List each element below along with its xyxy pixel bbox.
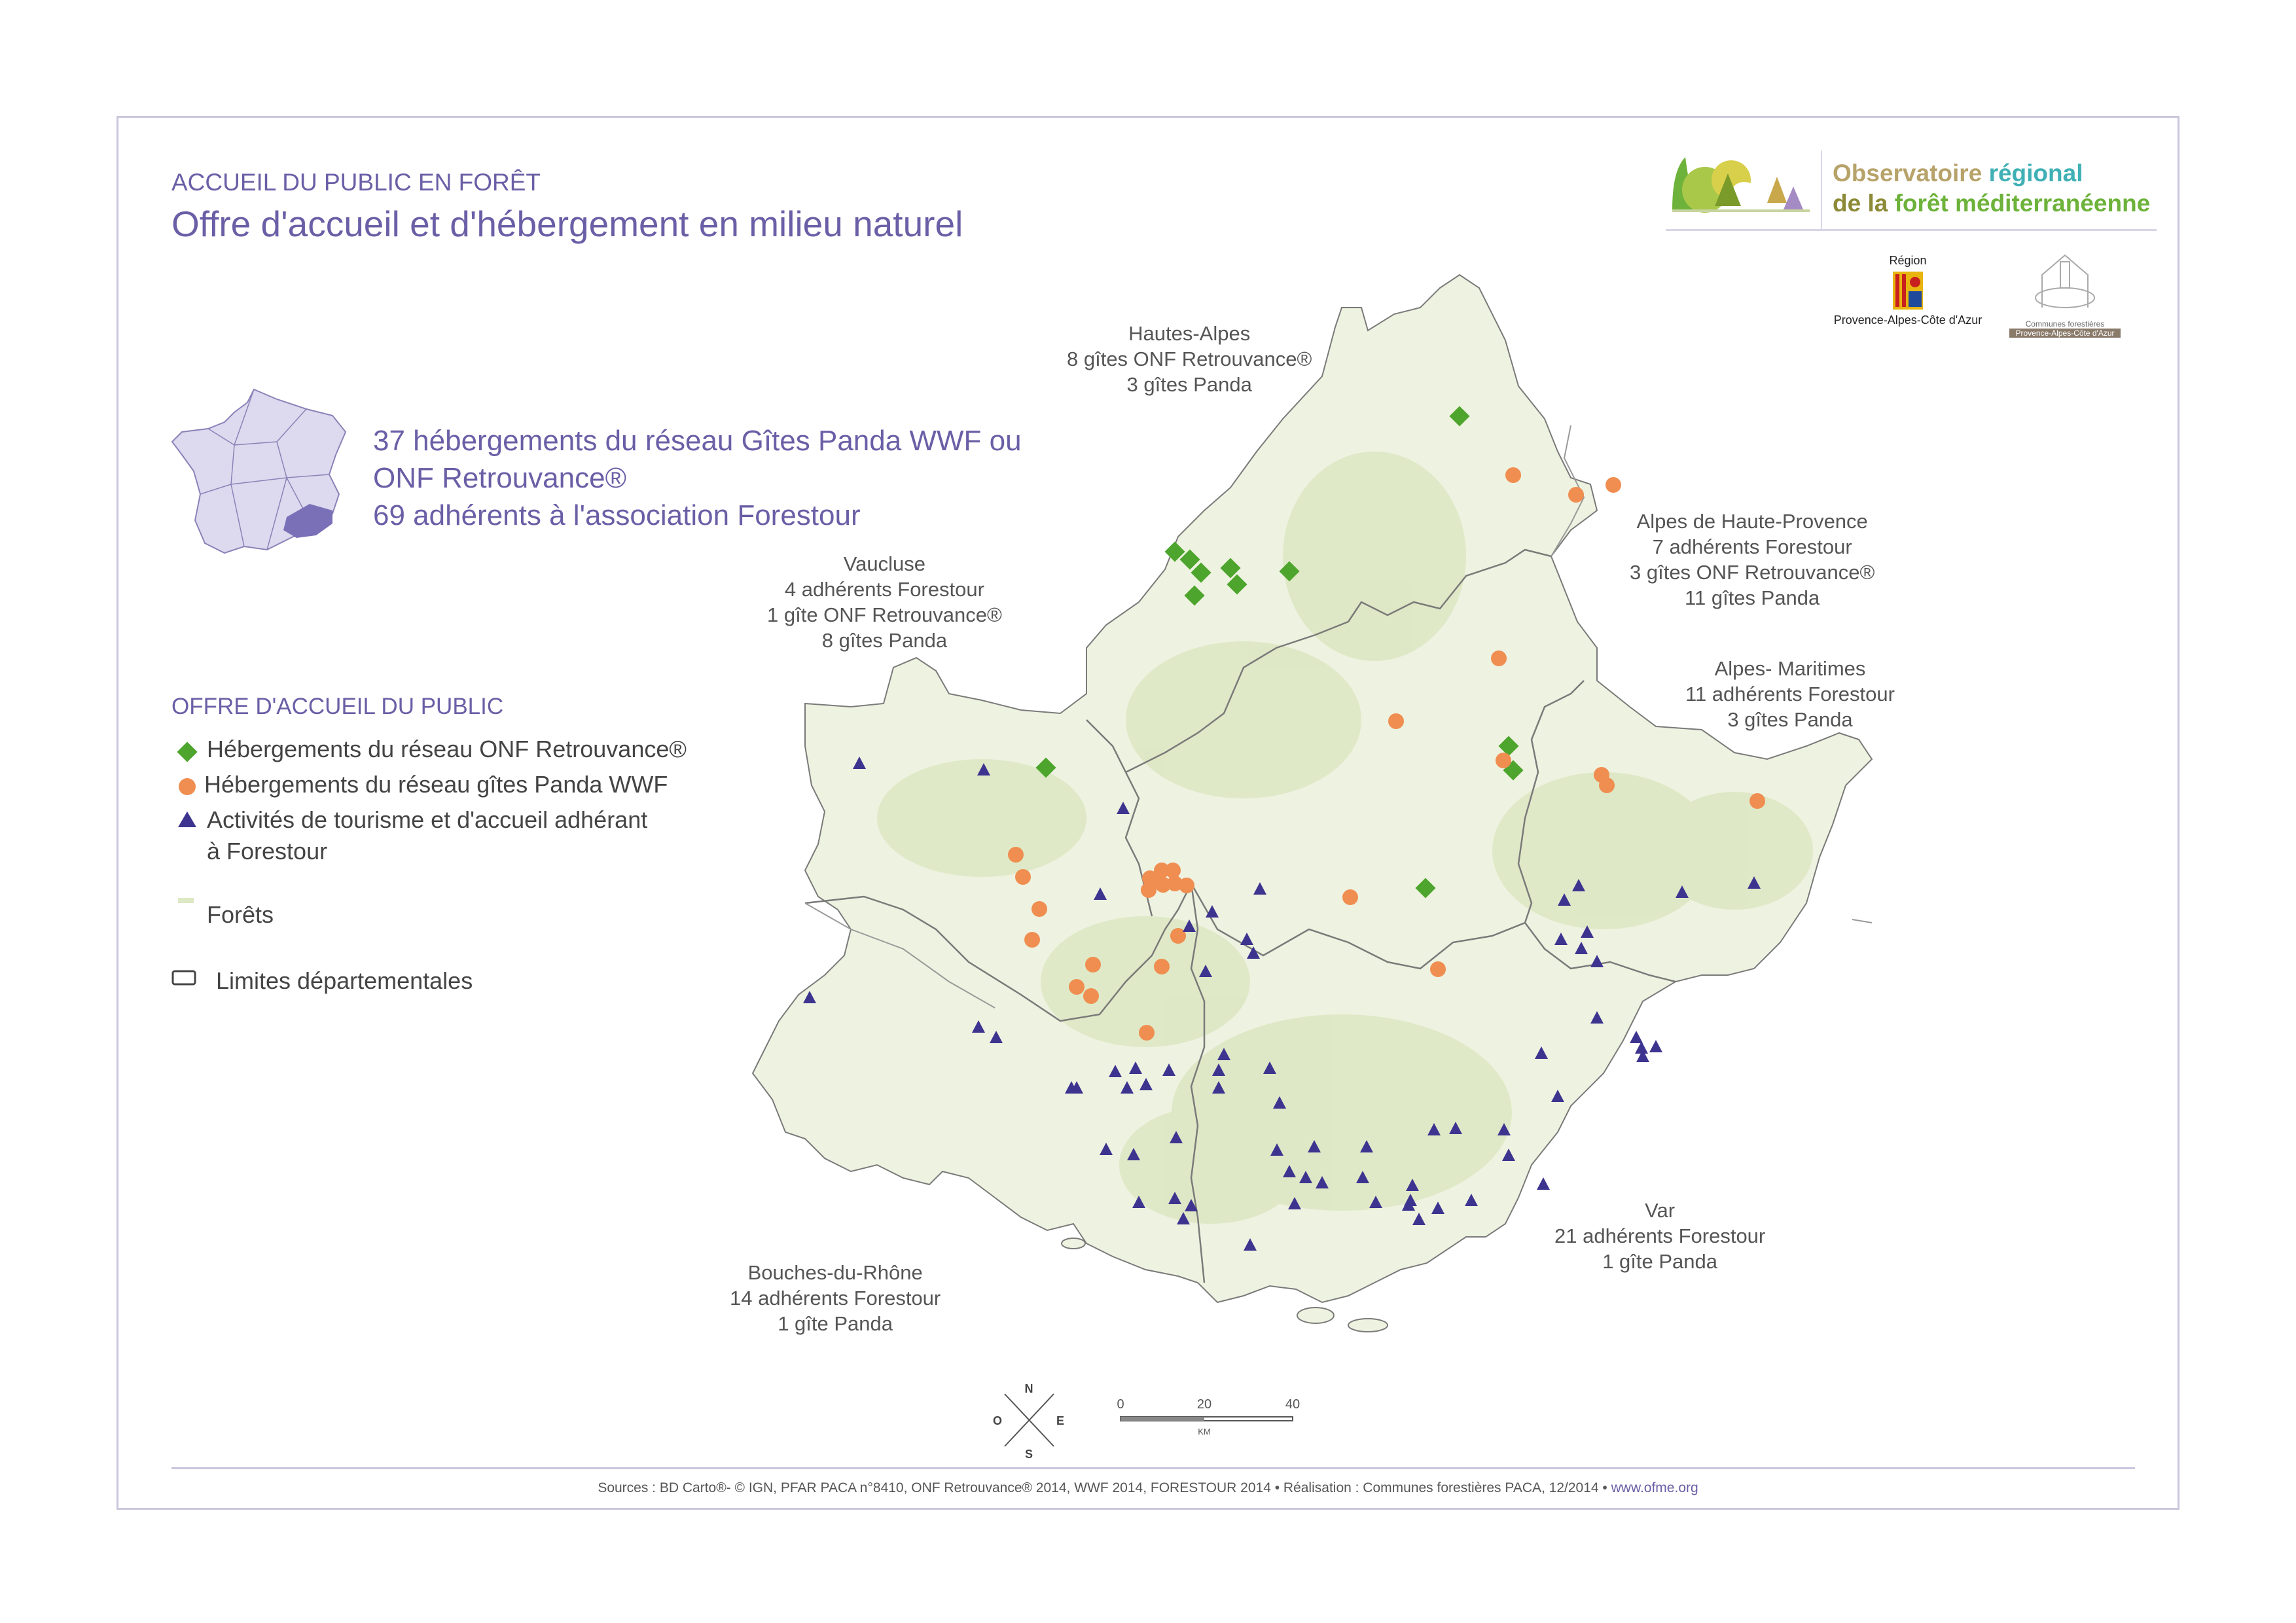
legend-onf: Hébergements du réseau ONF Retrouvance® <box>207 736 687 762</box>
legend-title: OFFRE D'ACCUEIL DU PUBLIC <box>171 694 504 719</box>
page-kicker: ACCUEIL DU PUBLIC EN FORÊT <box>171 169 541 196</box>
dept-vaucluse: Vaucluse 4 adhérents Forestour 1 gîte ONF … <box>767 552 1002 652</box>
dept-alpes-maritimes: Alpes- Maritimes 11 adhérents Forestour 3 … <box>1685 657 1895 731</box>
dept-bouches-du-rhone: Bouches-du-Rhône 14 adhérents Forestour 1 … <box>730 1261 941 1335</box>
legend-forestour-1: Activités de tourisme et d'accueil adhér… <box>207 806 648 833</box>
legend-forestour-2: à Forestour <box>207 838 328 865</box>
summary-block: 37 hébergements du réseau Gîtes Panda WW… <box>373 425 1022 531</box>
scale-bar: 0 20 40 KM <box>1117 1397 1300 1436</box>
legend-forets: Forêts <box>207 901 274 928</box>
legend-limites: Limites départementales <box>216 967 473 994</box>
svg-text:0: 0 <box>1117 1397 1124 1412</box>
compass-rose: N S E O <box>993 1382 1064 1459</box>
region-shield-icon <box>1893 272 1923 310</box>
legend-panda: Hébergements du réseau gîtes Panda WWF <box>204 771 668 798</box>
panda-circle-icon <box>179 778 196 795</box>
svg-text:E: E <box>1056 1414 1064 1427</box>
svg-text:N: N <box>1025 1382 1033 1395</box>
legend-symbols <box>177 741 198 903</box>
communes-forestieres-caption: Communes forestières Provence-Alpes-Côte… <box>2009 319 2121 338</box>
page-title: Offre d'accueil et d'hébergement en mili… <box>171 204 963 244</box>
france-inset-map <box>171 388 347 554</box>
svg-text:S: S <box>1025 1448 1033 1459</box>
logo-divider <box>1666 229 2157 231</box>
footer-divider <box>171 1467 2135 1469</box>
ofme-logo-text: Observatoire régional de la forêt médite… <box>1833 160 2151 217</box>
svg-text:O: O <box>993 1414 1002 1427</box>
svg-text:40: 40 <box>1285 1397 1300 1412</box>
dept-alpes-haute-provence: Alpes de Haute-Provence 7 adhérents Fores… <box>1630 510 1875 609</box>
forestour-triangle-icon <box>178 812 196 827</box>
sources-line: Sources : BD Carto®- © IGN, PFAR PACA n°… <box>598 1480 1698 1495</box>
ofme-link[interactable]: www.ofme.org <box>1611 1480 1698 1495</box>
dept-var: Var 21 adhérents Forestour 1 gîte Panda <box>1554 1199 1766 1273</box>
svg-text:KM: KM <box>1198 1427 1211 1436</box>
forest-swatch-icon <box>178 898 194 903</box>
legend-border-swatch <box>171 970 196 986</box>
onf-diamond-icon <box>177 741 198 762</box>
forest-logo-icon <box>1669 151 1820 229</box>
region-paca-logo: Région Provence-Alpes-Côte d'Azur <box>1833 254 1982 327</box>
dept-hautes-alpes: Hautes-Alpes 8 gîtes ONF Retrouvance® 3 gî… <box>1067 322 1312 396</box>
svg-text:20: 20 <box>1197 1397 1211 1412</box>
